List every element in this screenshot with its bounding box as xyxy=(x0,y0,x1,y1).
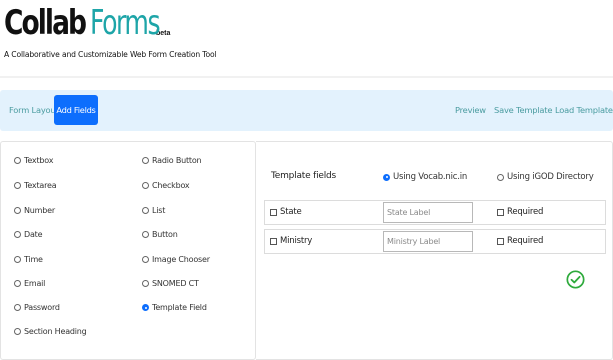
nav-add-fields-button[interactable]: Add Fields xyxy=(54,95,98,125)
field-type-option[interactable]: Time xyxy=(14,255,43,264)
field-type-option[interactable]: Email xyxy=(14,279,45,288)
field-type-option[interactable]: Radio Button xyxy=(142,156,202,165)
checkbox-icon xyxy=(497,208,504,216)
required-checkbox[interactable]: Required xyxy=(497,236,543,246)
ministry-label-input[interactable] xyxy=(383,231,473,252)
radio-icon xyxy=(14,304,21,311)
header-divider xyxy=(0,76,613,78)
radio-icon xyxy=(14,231,21,238)
field-type-option[interactable]: Section Heading xyxy=(14,327,87,336)
radio-checked-icon xyxy=(383,173,390,181)
check-circle-icon[interactable] xyxy=(566,270,585,289)
checkbox-icon xyxy=(270,208,277,216)
logo-collab-text: Collab xyxy=(4,3,87,43)
radio-icon xyxy=(142,207,149,214)
field-type-option[interactable]: Button xyxy=(142,230,178,239)
radio-icon xyxy=(142,182,149,189)
radio-icon xyxy=(14,207,21,214)
required-checkbox[interactable]: Required xyxy=(497,207,543,217)
source-option-vocab[interactable]: Using Vocab.nic.in xyxy=(383,172,467,182)
radio-icon xyxy=(14,157,21,164)
field-type-option[interactable]: Date xyxy=(14,230,43,239)
radio-icon xyxy=(142,157,149,164)
radio-icon xyxy=(14,328,21,335)
field-type-option[interactable]: Image Chooser xyxy=(142,255,210,264)
radio-icon xyxy=(14,182,21,189)
field-type-option[interactable]: SNOMED CT xyxy=(142,279,199,288)
app-tagline: A Collaborative and Customizable Web For… xyxy=(4,50,217,59)
field-type-option[interactable]: Number xyxy=(14,206,55,215)
template-field-checkbox[interactable]: State xyxy=(270,207,302,217)
field-type-option[interactable]: Password xyxy=(14,303,60,312)
app-header: Collab Forms beta A Collaborative and Cu… xyxy=(0,0,613,78)
field-type-option[interactable]: Textarea xyxy=(14,181,57,190)
template-fields-title: Template fields xyxy=(271,171,337,181)
logo-forms-text: Forms xyxy=(90,3,161,43)
radio-icon xyxy=(142,280,149,287)
template-field-checkbox[interactable]: Ministry xyxy=(270,236,312,246)
field-type-option-selected[interactable]: Template Field xyxy=(142,303,207,312)
nav-preview[interactable]: Preview xyxy=(455,90,486,131)
nav-save-template[interactable]: Save Template xyxy=(494,90,552,131)
checkbox-icon xyxy=(270,237,277,245)
radio-icon xyxy=(14,280,21,287)
radio-icon xyxy=(142,256,149,263)
radio-icon xyxy=(142,231,149,238)
radio-icon xyxy=(497,173,504,181)
nav-form-layout[interactable]: Form Layout xyxy=(9,90,59,131)
checkbox-icon xyxy=(497,237,504,245)
app-logo: Collab Forms beta xyxy=(4,2,170,42)
state-label-input[interactable] xyxy=(383,202,473,223)
field-type-option[interactable]: Checkbox xyxy=(142,181,190,190)
source-option-igod[interactable]: Using iGOD Directory xyxy=(497,172,594,182)
field-type-option[interactable]: Textbox xyxy=(14,156,53,165)
nav-load-template[interactable]: Load Template xyxy=(555,90,613,131)
radio-checked-icon xyxy=(142,304,149,311)
radio-icon xyxy=(14,256,21,263)
field-type-option[interactable]: List xyxy=(142,206,165,215)
